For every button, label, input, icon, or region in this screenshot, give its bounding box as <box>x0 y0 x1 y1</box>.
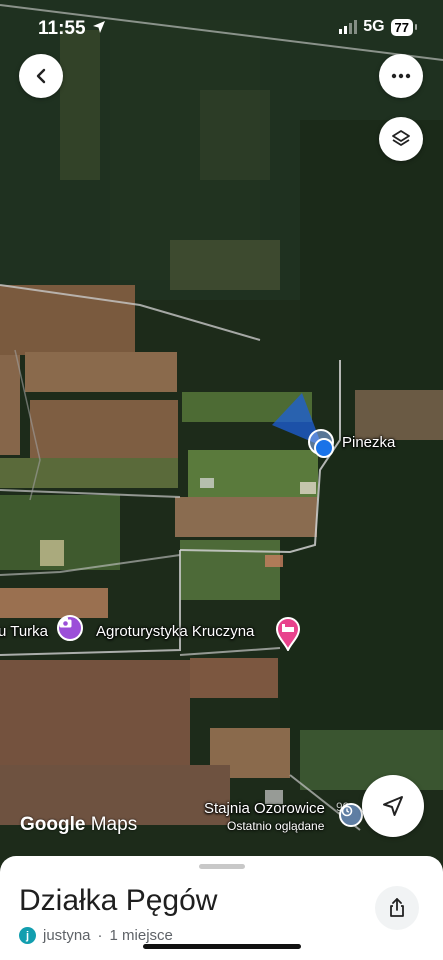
share-button[interactable] <box>375 886 419 930</box>
back-button[interactable] <box>19 54 63 98</box>
map-view[interactable]: Pinezka u Turka Agroturystyka Kruczyna S… <box>0 0 443 870</box>
pin-dot <box>314 438 334 458</box>
status-bar: 11:55 5G 77 <box>0 0 443 56</box>
avatar: j <box>19 927 36 944</box>
home-indicator[interactable] <box>143 944 301 949</box>
place-label-u-turka[interactable]: u Turka <box>0 623 48 640</box>
hotel-bed-icon[interactable] <box>275 617 301 651</box>
battery-icon: 77 <box>390 18 418 36</box>
place-sublabel-recent: Ostatnio oglądane <box>227 819 325 833</box>
place-label-agroturystyka[interactable]: Agroturystyka Kruczyna <box>96 623 254 640</box>
navigation-arrow-icon <box>383 796 403 816</box>
sheet-grabber[interactable] <box>199 864 245 869</box>
history-icon[interactable] <box>339 803 363 827</box>
author-name: justyna <box>43 927 91 944</box>
network-type: 5G <box>363 18 385 35</box>
status-network: 5G 77 <box>339 18 418 36</box>
meta-separator: · <box>97 927 103 944</box>
more-button[interactable] <box>379 54 423 98</box>
list-title: Działka Pęgów <box>19 884 218 917</box>
place-label-stajnia[interactable]: Stajnia Ozorowice <box>204 800 325 817</box>
place-count: 1 miejsce <box>109 927 173 944</box>
pin-label: Pinezka <box>342 434 396 451</box>
status-time: 11:55 <box>38 18 86 39</box>
navigate-button[interactable] <box>362 775 424 837</box>
share-icon <box>390 898 404 917</box>
chevron-left-icon <box>36 68 46 84</box>
camera-icon[interactable] <box>57 615 83 641</box>
list-meta: j justyna · 1 miejsce <box>19 927 173 944</box>
location-arrow-icon <box>93 21 105 33</box>
pin-marker[interactable] <box>308 429 334 458</box>
signal-icon <box>339 20 358 34</box>
layers-icon <box>392 130 410 146</box>
google-maps-logo: Google Maps <box>20 814 138 835</box>
more-horizontal-icon <box>391 73 411 79</box>
layers-button[interactable] <box>379 117 423 161</box>
